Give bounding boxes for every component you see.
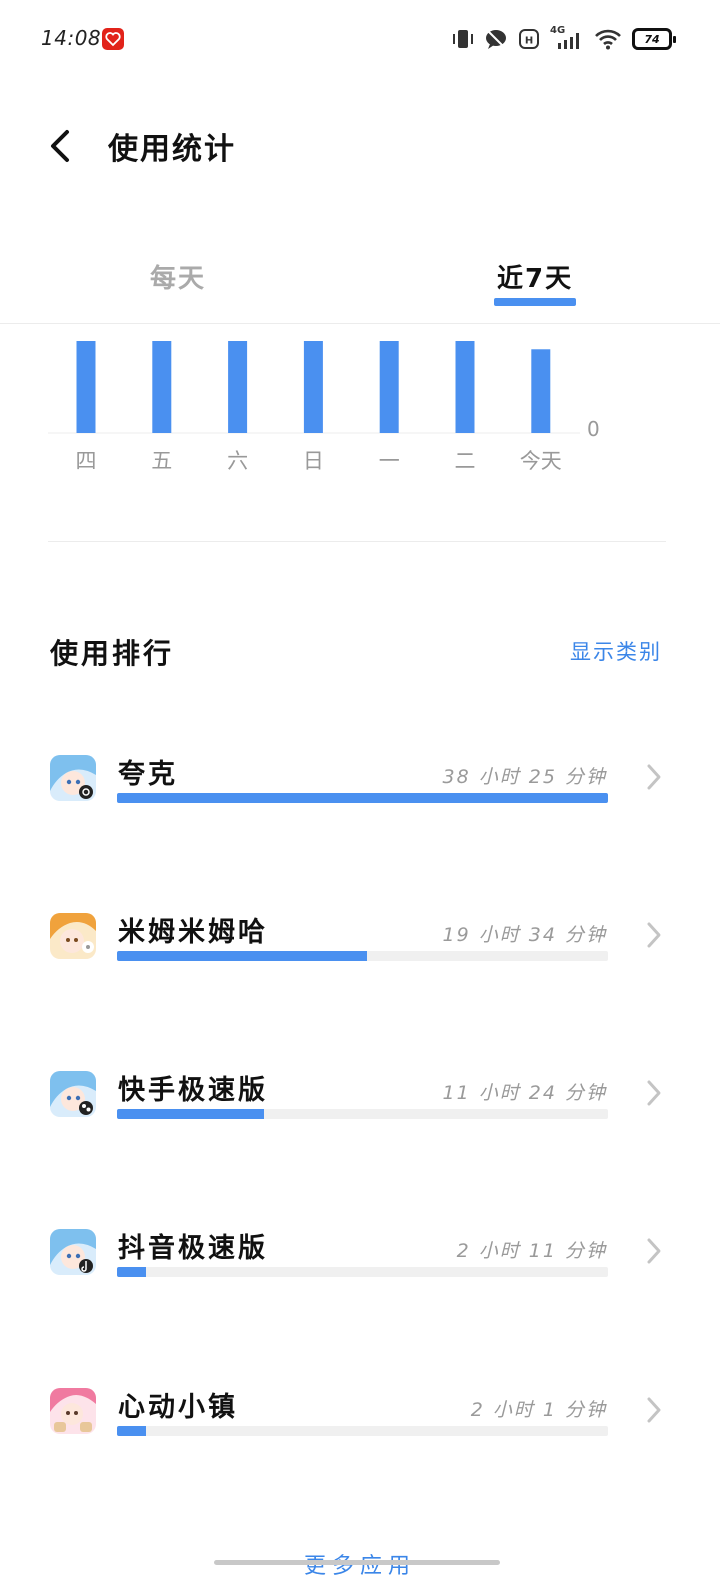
chart-day-label: 四 bbox=[75, 449, 97, 473]
chevron-right-icon bbox=[647, 922, 661, 948]
chart-day-label: 六 bbox=[227, 449, 249, 473]
usage-bar-track bbox=[117, 1426, 608, 1436]
page-title: 使用统计 bbox=[108, 132, 236, 167]
chart-day-label: 今天 bbox=[519, 449, 562, 473]
wifi-icon bbox=[594, 28, 622, 50]
vibrate-icon bbox=[452, 27, 474, 51]
signal-icon: 4G bbox=[550, 25, 584, 51]
app-name: 心动小镇 bbox=[118, 1392, 238, 1423]
mimumimuha-app-icon bbox=[50, 913, 96, 959]
usage-bar-track bbox=[117, 1267, 608, 1277]
usage-bar-fill bbox=[117, 1109, 265, 1119]
app-usage-time: 19 小时 34 分钟 bbox=[442, 924, 607, 946]
usage-bar-fill bbox=[117, 1267, 147, 1277]
show-category-link[interactable]: 显示类别 bbox=[570, 636, 662, 666]
app-usage-time: 2 小时 1 分钟 bbox=[470, 1399, 607, 1421]
battery-level: 74 bbox=[644, 32, 660, 46]
usage-bar-fill bbox=[117, 793, 608, 803]
app-name: 米姆米姆哈 bbox=[118, 917, 268, 948]
usage-bar-track bbox=[117, 1109, 608, 1119]
notification-app-icon bbox=[102, 28, 124, 50]
app-name: 抖音极速版 bbox=[118, 1233, 268, 1264]
chart-bar-4[interactable] bbox=[379, 341, 399, 433]
y-axis-zero-label: 0 bbox=[587, 417, 600, 441]
app-header: 使用统计 bbox=[0, 110, 720, 180]
chart-bar-6[interactable] bbox=[531, 349, 551, 433]
status-bar: 14:08 H 4G 74 bbox=[0, 0, 720, 80]
app-usage-row-mimumimuha[interactable]: 米姆米姆哈 19 小时 34 分钟 bbox=[0, 910, 720, 1010]
home-indicator[interactable] bbox=[214, 1560, 500, 1565]
chart-day-label: 一 bbox=[378, 449, 400, 473]
usage-bar-fill bbox=[117, 1426, 147, 1436]
app-usage-row-quark[interactable]: 夸克 38 小时 25 分钟 bbox=[0, 752, 720, 852]
status-time: 14:08 bbox=[41, 26, 102, 50]
app-usage-row-kuaishou[interactable]: 快手极速版 11 小时 24 分钟 bbox=[0, 1068, 720, 1168]
usage-bar-track bbox=[117, 793, 608, 803]
tab-daily[interactable]: 每天 bbox=[150, 258, 206, 295]
back-button[interactable] bbox=[40, 126, 80, 166]
chart-bar-2[interactable] bbox=[228, 341, 248, 433]
chart-day-label: 二 bbox=[454, 449, 476, 473]
battery-icon: 74 bbox=[632, 28, 676, 50]
period-tabs: 每天 近7天 bbox=[0, 248, 720, 324]
tab-last-7-days[interactable]: 近7天 bbox=[497, 258, 573, 295]
status-icons: H 4G 74 bbox=[452, 24, 676, 54]
chart-bar-3[interactable] bbox=[303, 341, 323, 433]
chart-bar-0[interactable] bbox=[76, 341, 96, 433]
app-name: 夸克 bbox=[118, 759, 178, 790]
section-divider bbox=[48, 541, 666, 542]
active-tab-indicator bbox=[494, 298, 576, 306]
chart-day-label: 日 bbox=[302, 449, 324, 473]
douyin-app-icon bbox=[50, 1229, 96, 1275]
hd-icon: H bbox=[518, 28, 540, 50]
app-usage-row-douyin[interactable]: 抖音极速版 2 小时 11 分钟 bbox=[0, 1226, 720, 1326]
network-type: 4G bbox=[550, 25, 566, 36]
usage-chart: 0 四 五 六 日 一 二 今天 bbox=[0, 325, 720, 495]
usage-bar-fill bbox=[117, 951, 368, 961]
chevron-left-icon bbox=[51, 130, 69, 162]
app-usage-time: 38 小时 25 分钟 bbox=[442, 766, 607, 788]
ranking-title: 使用排行 bbox=[50, 637, 175, 670]
xindong-app-icon bbox=[50, 1388, 96, 1434]
usage-bar-track bbox=[117, 951, 608, 961]
chevron-right-icon bbox=[647, 1397, 661, 1423]
chart-day-label: 五 bbox=[151, 449, 173, 473]
chevron-right-icon bbox=[647, 764, 661, 790]
kuaishou-app-icon bbox=[50, 1071, 96, 1117]
chart-bar-1[interactable] bbox=[152, 341, 172, 433]
mute-chat-icon bbox=[484, 27, 508, 51]
chevron-right-icon bbox=[647, 1080, 661, 1106]
app-name: 快手极速版 bbox=[118, 1075, 268, 1106]
app-usage-time: 2 小时 11 分钟 bbox=[456, 1240, 607, 1262]
app-usage-time: 11 小时 24 分钟 bbox=[442, 1082, 607, 1104]
app-usage-row-xindong[interactable]: 心动小镇 2 小时 1 分钟 bbox=[0, 1385, 720, 1485]
chevron-right-icon bbox=[647, 1238, 661, 1264]
chart-bar-5[interactable] bbox=[455, 341, 475, 433]
quark-app-icon bbox=[50, 755, 96, 801]
svg-text:H: H bbox=[525, 36, 533, 47]
